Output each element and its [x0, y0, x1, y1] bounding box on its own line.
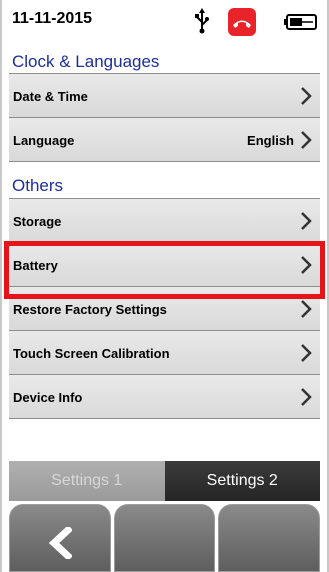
status-bar: 11-11-2015	[8, 0, 321, 46]
bottom-button-bar	[9, 504, 321, 572]
settings-item-label: Storage	[13, 214, 62, 229]
section-title-others: Others	[12, 176, 64, 195]
settings-item-language[interactable]: Language English	[9, 118, 320, 162]
settings-item-device-info[interactable]: Device Info	[9, 375, 320, 419]
settings-item-label: Battery	[13, 258, 58, 273]
soft-button-3[interactable]	[218, 504, 321, 572]
settings-item-storage[interactable]: Storage	[9, 199, 320, 243]
settings-tabbar: Settings 1 Settings 2	[9, 461, 320, 501]
settings-item-label: Touch Screen Calibration	[13, 346, 170, 361]
settings-item-date-time[interactable]: Date & Time	[9, 74, 320, 118]
chevron-right-icon	[301, 87, 312, 105]
chevron-right-icon	[301, 300, 312, 318]
settings-item-label: Date & Time	[13, 89, 88, 104]
settings-item-restore-factory-settings[interactable]: Restore Factory Settings	[9, 287, 320, 331]
others-list: Storage Battery Restore Factory Settings…	[9, 198, 320, 419]
settings-item-battery[interactable]: Battery	[9, 243, 320, 287]
tab-settings-1[interactable]: Settings 1	[9, 461, 165, 501]
chevron-right-icon	[301, 344, 312, 362]
soft-button-2[interactable]	[113, 504, 216, 572]
chevron-right-icon	[301, 256, 312, 274]
clock-languages-list: Date & Time Language English	[9, 73, 320, 162]
back-icon	[48, 527, 72, 559]
status-date: 11-11-2015	[12, 10, 93, 27]
settings-item-label: Restore Factory Settings	[13, 302, 167, 317]
language-value: English	[247, 133, 294, 148]
settings-item-label: Device Info	[13, 390, 83, 405]
chevron-right-icon	[301, 212, 312, 230]
hang-up-call-icon[interactable]	[228, 8, 256, 36]
back-button[interactable]	[9, 504, 111, 572]
section-title-clock-languages: Clock & Languages	[12, 52, 160, 71]
settings-screen: 11-11-2015 Clock & Languages Date & Time	[0, 0, 329, 572]
battery-icon	[284, 14, 317, 30]
tab-settings-2[interactable]: Settings 2	[164, 461, 320, 501]
settings-item-label: Language	[13, 133, 75, 148]
chevron-right-icon	[301, 388, 312, 406]
chevron-right-icon	[301, 131, 312, 149]
settings-item-touch-screen-calibration[interactable]: Touch Screen Calibration	[9, 331, 320, 375]
usb-icon	[195, 8, 209, 34]
